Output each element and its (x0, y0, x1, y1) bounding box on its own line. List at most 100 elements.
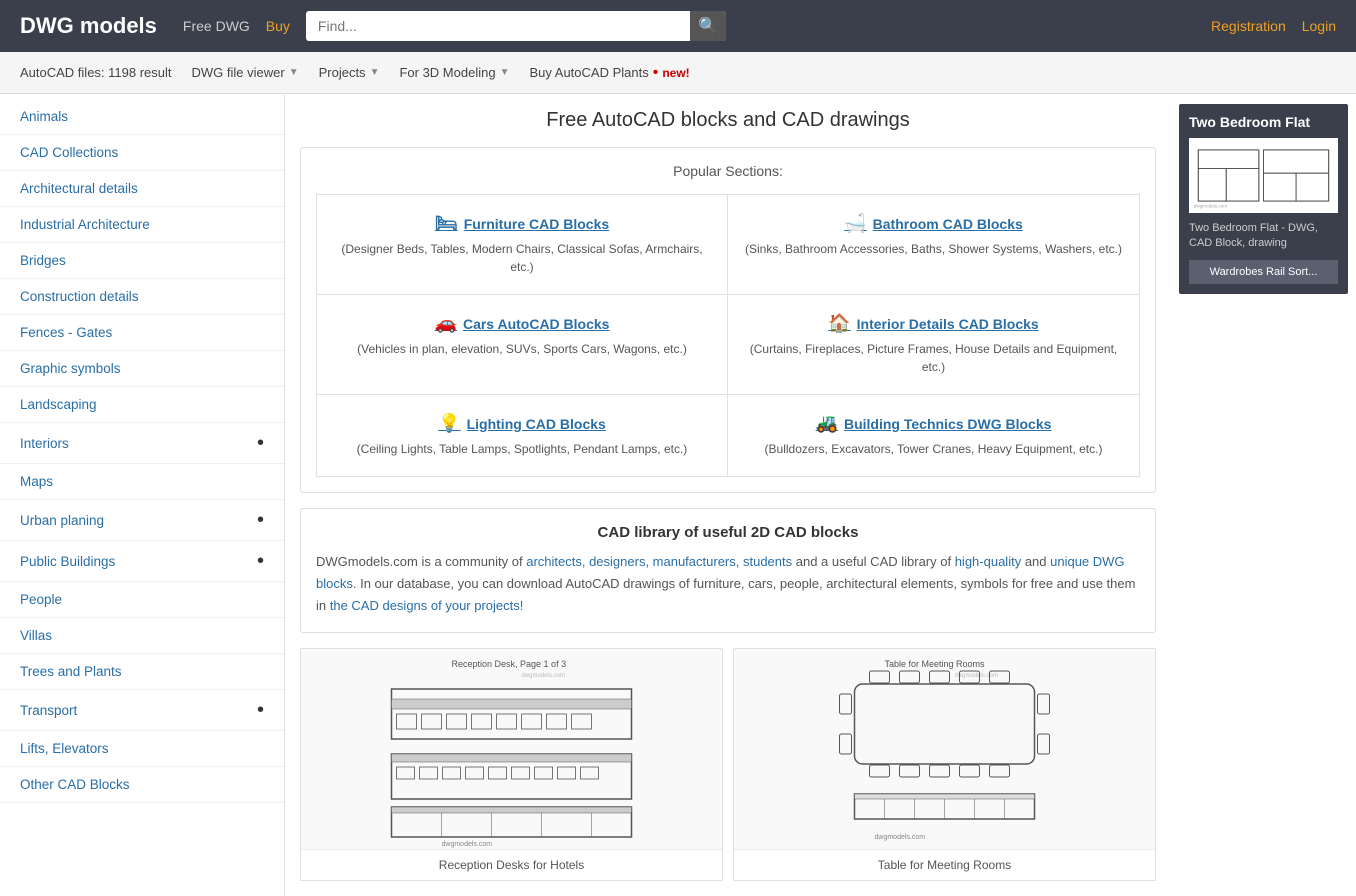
thumb-label-reception: Reception Desks for Hotels (301, 849, 722, 880)
svg-text:dwgmodels.com: dwgmodels.com (442, 841, 493, 848)
for-3d-arrow: ▼ (500, 67, 510, 78)
sidebar-item-animals[interactable]: Animals (0, 99, 284, 135)
registration-link[interactable]: Registration (1211, 18, 1286, 34)
sidebar-item-other-cad-blocks[interactable]: Other CAD Blocks (0, 767, 284, 803)
promo-card-button[interactable]: Wardrobes Rail Sort... (1189, 260, 1338, 284)
search-button[interactable]: 🔍 (690, 11, 726, 41)
header: DWG models Free DWG Buy 🔍 Registration L… (0, 0, 1356, 52)
new-badge: new! (662, 66, 689, 80)
svg-text:dwgmodels.com: dwgmodels.com (522, 673, 565, 679)
building-technics-desc: (Bulldozers, Excavators, Tower Cranes, H… (743, 440, 1124, 458)
thumb-meeting-table[interactable]: Table for Meeting Rooms dwgmodels.com (733, 648, 1156, 881)
architects-link[interactable]: architects, designers, manufacturers, st… (526, 554, 792, 569)
sidebar-item-trees-and-plants[interactable]: Trees and Plants (0, 654, 284, 690)
furniture-icon: 🛏 (435, 213, 458, 234)
highquality-link[interactable]: high-quality (955, 554, 1022, 569)
autocad-files-count: AutoCAD files: 1198 result (20, 65, 172, 80)
popular-cell-cars: 🚗 Cars AutoCAD Blocks (Vehicles in plan,… (317, 295, 728, 395)
page-title: Free AutoCAD blocks and CAD drawings (300, 109, 1156, 132)
svg-text:Table for Meeting Rooms: Table for Meeting Rooms (885, 659, 986, 669)
thumbnails-grid: Reception Desk, Page 1 of 3 dwgmodels.co… (300, 648, 1156, 881)
sidebar: Animals CAD Collections Architectural de… (0, 94, 285, 896)
sidebar-item-villas[interactable]: Villas (0, 618, 284, 654)
nav-free-dwg[interactable]: Free DWG (183, 18, 250, 34)
svg-text:dwgmodels.com: dwgmodels.com (875, 834, 926, 841)
interior-desc: (Curtains, Fireplaces, Picture Frames, H… (743, 340, 1124, 376)
sidebar-item-maps[interactable]: Maps (0, 464, 284, 500)
projects-arrow: ▼ (370, 67, 380, 78)
furniture-title-link[interactable]: 🛏 Furniture CAD Blocks (332, 213, 712, 234)
thumb-reception-desk[interactable]: Reception Desk, Page 1 of 3 dwgmodels.co… (300, 648, 723, 881)
cad-designs-link[interactable]: the CAD designs of your projects! (330, 598, 524, 613)
dwg-viewer-dropdown[interactable]: DWG file viewer ▼ (192, 65, 299, 80)
search-wrapper: 🔍 (306, 11, 726, 41)
promo-card-image[interactable]: dwgmodels.com (1189, 138, 1338, 213)
sidebar-item-graphic-symbols[interactable]: Graphic symbols (0, 351, 284, 387)
popular-cell-interior: 🏠 Interior Details CAD Blocks (Curtains,… (728, 295, 1139, 395)
lighting-desc: (Ceiling Lights, Table Lamps, Spotlights… (332, 440, 712, 458)
sidebar-item-transport[interactable]: Transport • (0, 690, 284, 731)
library-desc: DWGmodels.com is a community of architec… (316, 551, 1140, 617)
sidebar-item-bridges[interactable]: Bridges (0, 243, 284, 279)
right-sidebar: Two Bedroom Flat dwgmodels.com Two Bedro… (1171, 94, 1356, 896)
login-link[interactable]: Login (1302, 18, 1336, 34)
interiors-dot: • (257, 433, 264, 453)
furniture-desc: (Designer Beds, Tables, Modern Chairs, C… (332, 240, 712, 276)
interior-icon: 🏠 (828, 313, 850, 334)
urban-dot: • (257, 510, 264, 530)
building-technics-icon: 🚜 (816, 413, 838, 434)
svg-text:Reception Desk, Page 1 of 3: Reception Desk, Page 1 of 3 (452, 659, 567, 669)
popular-cell-building-technics: 🚜 Building Technics DWG Blocks (Bulldoze… (728, 395, 1139, 476)
bathroom-desc: (Sinks, Bathroom Accessories, Baths, Sho… (743, 240, 1124, 258)
library-title: CAD library of useful 2D CAD blocks (316, 524, 1140, 541)
popular-cell-lighting: 💡 Lighting CAD Blocks (Ceiling Lights, T… (317, 395, 728, 476)
sidebar-item-construction-details[interactable]: Construction details (0, 279, 284, 315)
svg-text:dwgmodels.com: dwgmodels.com (1194, 204, 1228, 209)
cars-title-link[interactable]: 🚗 Cars AutoCAD Blocks (332, 313, 712, 334)
bullet-dot: • (653, 64, 659, 82)
lighting-title-link[interactable]: 💡 Lighting CAD Blocks (332, 413, 712, 434)
library-box: CAD library of useful 2D CAD blocks DWGm… (300, 508, 1156, 633)
sidebar-item-urban-planing[interactable]: Urban planing • (0, 500, 284, 541)
bathroom-title-link[interactable]: 🛁 Bathroom CAD Blocks (743, 213, 1124, 234)
buy-plants-link[interactable]: Buy AutoCAD Plants • new! (529, 64, 689, 82)
popular-cell-bathroom: 🛁 Bathroom CAD Blocks (Sinks, Bathroom A… (728, 195, 1139, 295)
lighting-icon: 💡 (438, 413, 460, 434)
popular-box: Popular Sections: 🛏 Furniture CAD Blocks… (300, 147, 1156, 493)
sidebar-item-cad-collections[interactable]: CAD Collections (0, 135, 284, 171)
sidebar-item-industrial-architecture[interactable]: Industrial Architecture (0, 207, 284, 243)
interior-title-link[interactable]: 🏠 Interior Details CAD Blocks (743, 313, 1124, 334)
cars-desc: (Vehicles in plan, elevation, SUVs, Spor… (332, 340, 712, 358)
sidebar-item-fences-gates[interactable]: Fences - Gates (0, 315, 284, 351)
dwg-viewer-arrow: ▼ (289, 67, 299, 78)
building-technics-title-link[interactable]: 🚜 Building Technics DWG Blocks (743, 413, 1124, 434)
main-content: Free AutoCAD blocks and CAD drawings Pop… (285, 94, 1171, 896)
svg-text:dwgmodels.com: dwgmodels.com (955, 673, 998, 679)
for-3d-dropdown[interactable]: For 3D Modeling ▼ (399, 65, 509, 80)
popular-cell-furniture: 🛏 Furniture CAD Blocks (Designer Beds, T… (317, 195, 728, 295)
public-buildings-dot: • (257, 551, 264, 571)
popular-grid: 🛏 Furniture CAD Blocks (Designer Beds, T… (316, 194, 1140, 477)
promo-card-title: Two Bedroom Flat (1189, 114, 1338, 130)
sidebar-item-lifts-elevators[interactable]: Lifts, Elevators (0, 731, 284, 767)
sidebar-item-landscaping[interactable]: Landscaping (0, 387, 284, 423)
sidebar-item-public-buildings[interactable]: Public Buildings • (0, 541, 284, 582)
thumb-img-reception: Reception Desk, Page 1 of 3 dwgmodels.co… (301, 649, 722, 849)
popular-title: Popular Sections: (316, 163, 1140, 179)
search-input[interactable] (306, 11, 726, 41)
logo[interactable]: DWG models (20, 13, 157, 39)
thumb-label-meeting: Table for Meeting Rooms (734, 849, 1155, 880)
projects-dropdown[interactable]: Projects ▼ (319, 65, 380, 80)
bathroom-icon: 🛁 (844, 213, 866, 234)
nav-buy[interactable]: Buy (266, 18, 290, 34)
layout: Animals CAD Collections Architectural de… (0, 94, 1356, 896)
transport-dot: • (257, 700, 264, 720)
subheader: AutoCAD files: 1198 result DWG file view… (0, 52, 1356, 94)
promo-card: Two Bedroom Flat dwgmodels.com Two Bedro… (1179, 104, 1348, 294)
promo-card-desc: Two Bedroom Flat - DWG, CAD Block, drawi… (1189, 221, 1338, 252)
cars-icon: 🚗 (435, 313, 457, 334)
sidebar-item-architectural-details[interactable]: Architectural details (0, 171, 284, 207)
sidebar-item-people[interactable]: People (0, 582, 284, 618)
sidebar-item-interiors[interactable]: Interiors • (0, 423, 284, 464)
thumb-img-meeting: Table for Meeting Rooms dwgmodels.com (734, 649, 1155, 849)
